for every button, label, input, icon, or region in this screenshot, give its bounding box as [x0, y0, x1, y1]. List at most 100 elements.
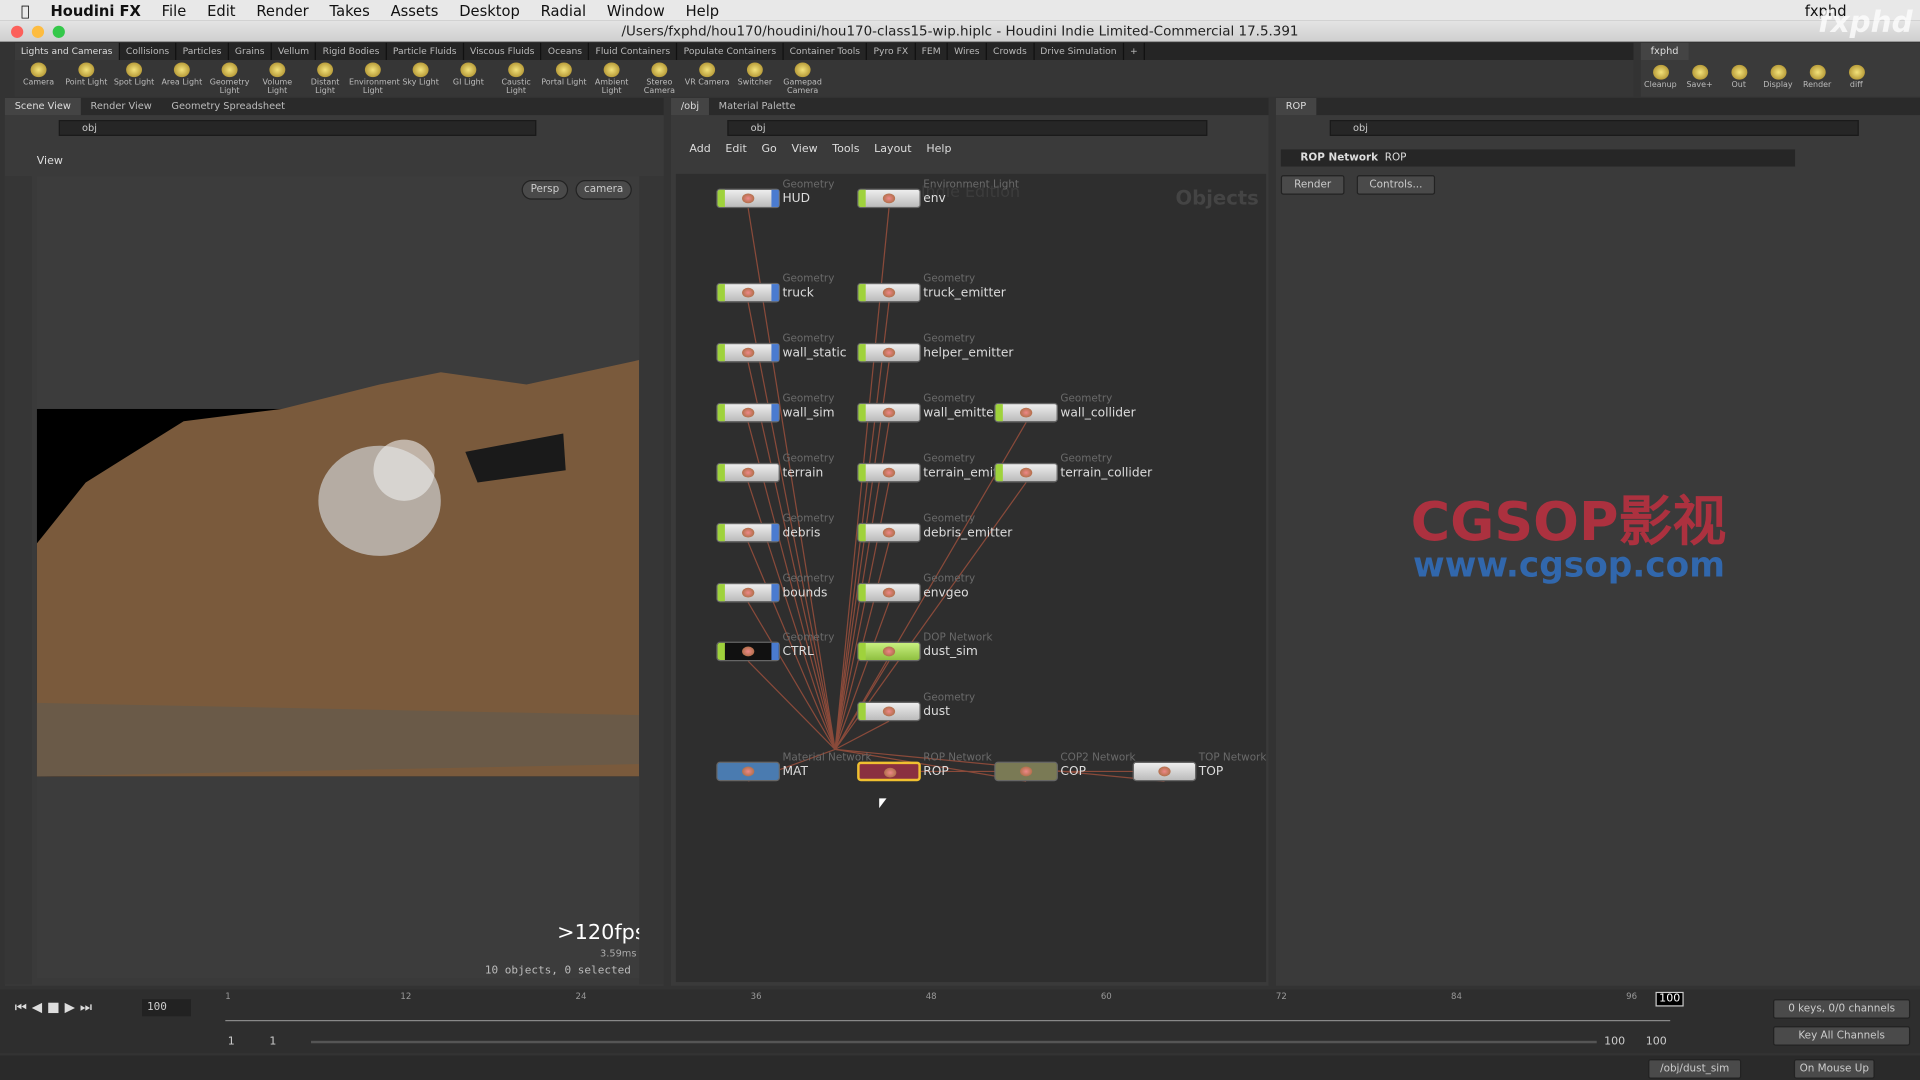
node-dust_sim[interactable]: DOP Network dust_sim: [857, 632, 1102, 666]
display-flag[interactable]: [717, 284, 725, 302]
node-body[interactable]: [857, 522, 921, 543]
jump-end-icon[interactable]: ⏭: [80, 999, 92, 1016]
current-path-field[interactable]: /obj/dust_sim: [1648, 1059, 1742, 1079]
shelf-tool-distant-light[interactable]: Distant Light: [301, 60, 349, 97]
menu-help[interactable]: Help: [686, 2, 720, 19]
node-dust[interactable]: Geometry dust: [857, 692, 1102, 726]
start-frame[interactable]: 1: [228, 1036, 235, 1048]
shelf-tab[interactable]: Oceans: [542, 42, 590, 61]
node-truck_emitter[interactable]: Geometry truck_emitter: [857, 273, 1102, 307]
render-flag[interactable]: [771, 189, 779, 207]
display-flag[interactable]: [858, 189, 866, 207]
keys-readout[interactable]: 0 keys, 0/0 channels: [1773, 999, 1911, 1019]
menu-render[interactable]: Render: [256, 2, 308, 19]
controls-button[interactable]: Controls...: [1356, 175, 1436, 195]
node-body[interactable]: [716, 282, 781, 303]
minimize-window-button[interactable]: [31, 25, 45, 38]
node-wall_collider[interactable]: Geometry wall_collider: [994, 393, 1239, 427]
node-body[interactable]: [716, 761, 781, 782]
close-window-button[interactable]: [11, 25, 24, 38]
menu-radial[interactable]: Radial: [541, 2, 586, 19]
node-name[interactable]: dust_sim: [923, 645, 978, 658]
frame-field[interactable]: 100: [142, 999, 192, 1017]
shelf-tab[interactable]: Container Tools: [783, 42, 868, 61]
playback-end[interactable]: 100: [1604, 1036, 1625, 1048]
display-flag[interactable]: [717, 524, 725, 542]
shelf-tool-gamepad-camera[interactable]: Gamepad Camera: [779, 60, 827, 97]
scene-path-field[interactable]: obj: [58, 120, 537, 136]
menu-takes[interactable]: Takes: [330, 2, 370, 19]
menu-assets[interactable]: Assets: [391, 2, 439, 19]
shelf-tab[interactable]: Grains: [229, 42, 272, 61]
display-flag[interactable]: [858, 404, 866, 422]
node-name[interactable]: truck: [782, 287, 813, 300]
node-name[interactable]: envgeo: [923, 587, 968, 600]
node-body[interactable]: [994, 402, 1058, 423]
node-name[interactable]: env: [923, 192, 946, 205]
shelf-tool-vr-camera[interactable]: VR Camera: [683, 60, 731, 97]
display-flag[interactable]: [995, 464, 1003, 482]
node-body[interactable]: [716, 641, 781, 662]
render-flag[interactable]: [771, 524, 779, 542]
play-icon[interactable]: ▶: [65, 999, 75, 1016]
network-menu-add[interactable]: Add: [689, 143, 710, 155]
shelf-tab[interactable]: Particles: [177, 42, 229, 61]
shelf-tool-ambient-light[interactable]: Ambient Light: [588, 60, 636, 97]
param-path-field[interactable]: obj: [1329, 120, 1859, 136]
shelf-tool-caustic-light[interactable]: Caustic Light: [492, 60, 540, 97]
node-terrain_collider[interactable]: Geometry terrain_collider: [994, 453, 1239, 487]
node-helper_emitter[interactable]: Geometry helper_emitter: [857, 333, 1102, 367]
node-body[interactable]: [857, 761, 921, 782]
step-back-icon[interactable]: ◀: [32, 999, 42, 1016]
node-name[interactable]: MAT: [782, 765, 807, 778]
zoom-window-button[interactable]: [52, 25, 65, 38]
network-tab[interactable]: Material Palette: [709, 98, 805, 115]
menu-edit[interactable]: Edit: [207, 2, 235, 19]
shelf-tool-volume-light[interactable]: Volume Light: [253, 60, 301, 97]
key-all-channels-menu[interactable]: Key All Channels: [1773, 1026, 1911, 1046]
node-name[interactable]: bounds: [782, 587, 827, 600]
persp-menu[interactable]: Persp: [521, 180, 569, 200]
node-body[interactable]: [857, 402, 921, 423]
left-tool-bar[interactable]: [4, 176, 32, 985]
node-body[interactable]: [857, 462, 921, 483]
display-options-bar[interactable]: [639, 176, 664, 985]
menu-file[interactable]: File: [162, 2, 187, 19]
3d-viewport[interactable]: Persp camera >120fps 3.59ms 10 objects, …: [36, 176, 640, 979]
display-flag[interactable]: [858, 524, 866, 542]
node-name[interactable]: wall_static: [782, 347, 846, 360]
node-body[interactable]: [716, 582, 781, 603]
node-body[interactable]: [857, 701, 921, 722]
node-name[interactable]: terrain_collider: [1060, 467, 1152, 480]
node-name[interactable]: terrain: [782, 467, 823, 480]
shelf-tool-display[interactable]: Display: [1758, 62, 1797, 89]
shelf-tab[interactable]: Viscous Fluids: [464, 42, 542, 61]
node-body[interactable]: [716, 462, 781, 483]
stop-icon[interactable]: ■: [47, 999, 60, 1016]
display-flag[interactable]: [858, 702, 866, 721]
node-body[interactable]: [857, 342, 921, 363]
render-flag[interactable]: [771, 284, 779, 302]
jump-start-icon[interactable]: ⏮: [15, 999, 27, 1016]
node-top[interactable]: TOP Network TOP: [1132, 752, 1266, 786]
node-body[interactable]: [857, 641, 921, 662]
shelf-tab[interactable]: Collisions: [120, 42, 177, 61]
tab-geometry-spreadsheet[interactable]: Geometry Spreadsheet: [162, 98, 295, 115]
shelf-tool-save+[interactable]: Save+: [1680, 62, 1719, 89]
shelf-tool-switcher[interactable]: Switcher: [731, 60, 779, 97]
network-menu-go[interactable]: Go: [761, 143, 776, 155]
node-body[interactable]: [716, 402, 781, 423]
app-menu[interactable]: Houdini FX: [50, 2, 140, 19]
tab-render-view[interactable]: Render View: [81, 98, 162, 115]
display-flag[interactable]: [717, 584, 725, 602]
node-name[interactable]: dust: [923, 705, 950, 718]
display-flag[interactable]: [717, 344, 725, 362]
apple-icon[interactable]: : [21, 2, 30, 19]
network-menu-view[interactable]: View: [791, 143, 817, 155]
render-flag[interactable]: [771, 404, 779, 422]
node-name[interactable]: wall_emitter: [923, 407, 998, 420]
shelf-tab[interactable]: +: [1124, 42, 1146, 61]
node-body[interactable]: [857, 582, 921, 603]
camera-menu[interactable]: camera: [575, 180, 632, 200]
shelf-tool-gi-light[interactable]: GI Light: [444, 60, 492, 97]
